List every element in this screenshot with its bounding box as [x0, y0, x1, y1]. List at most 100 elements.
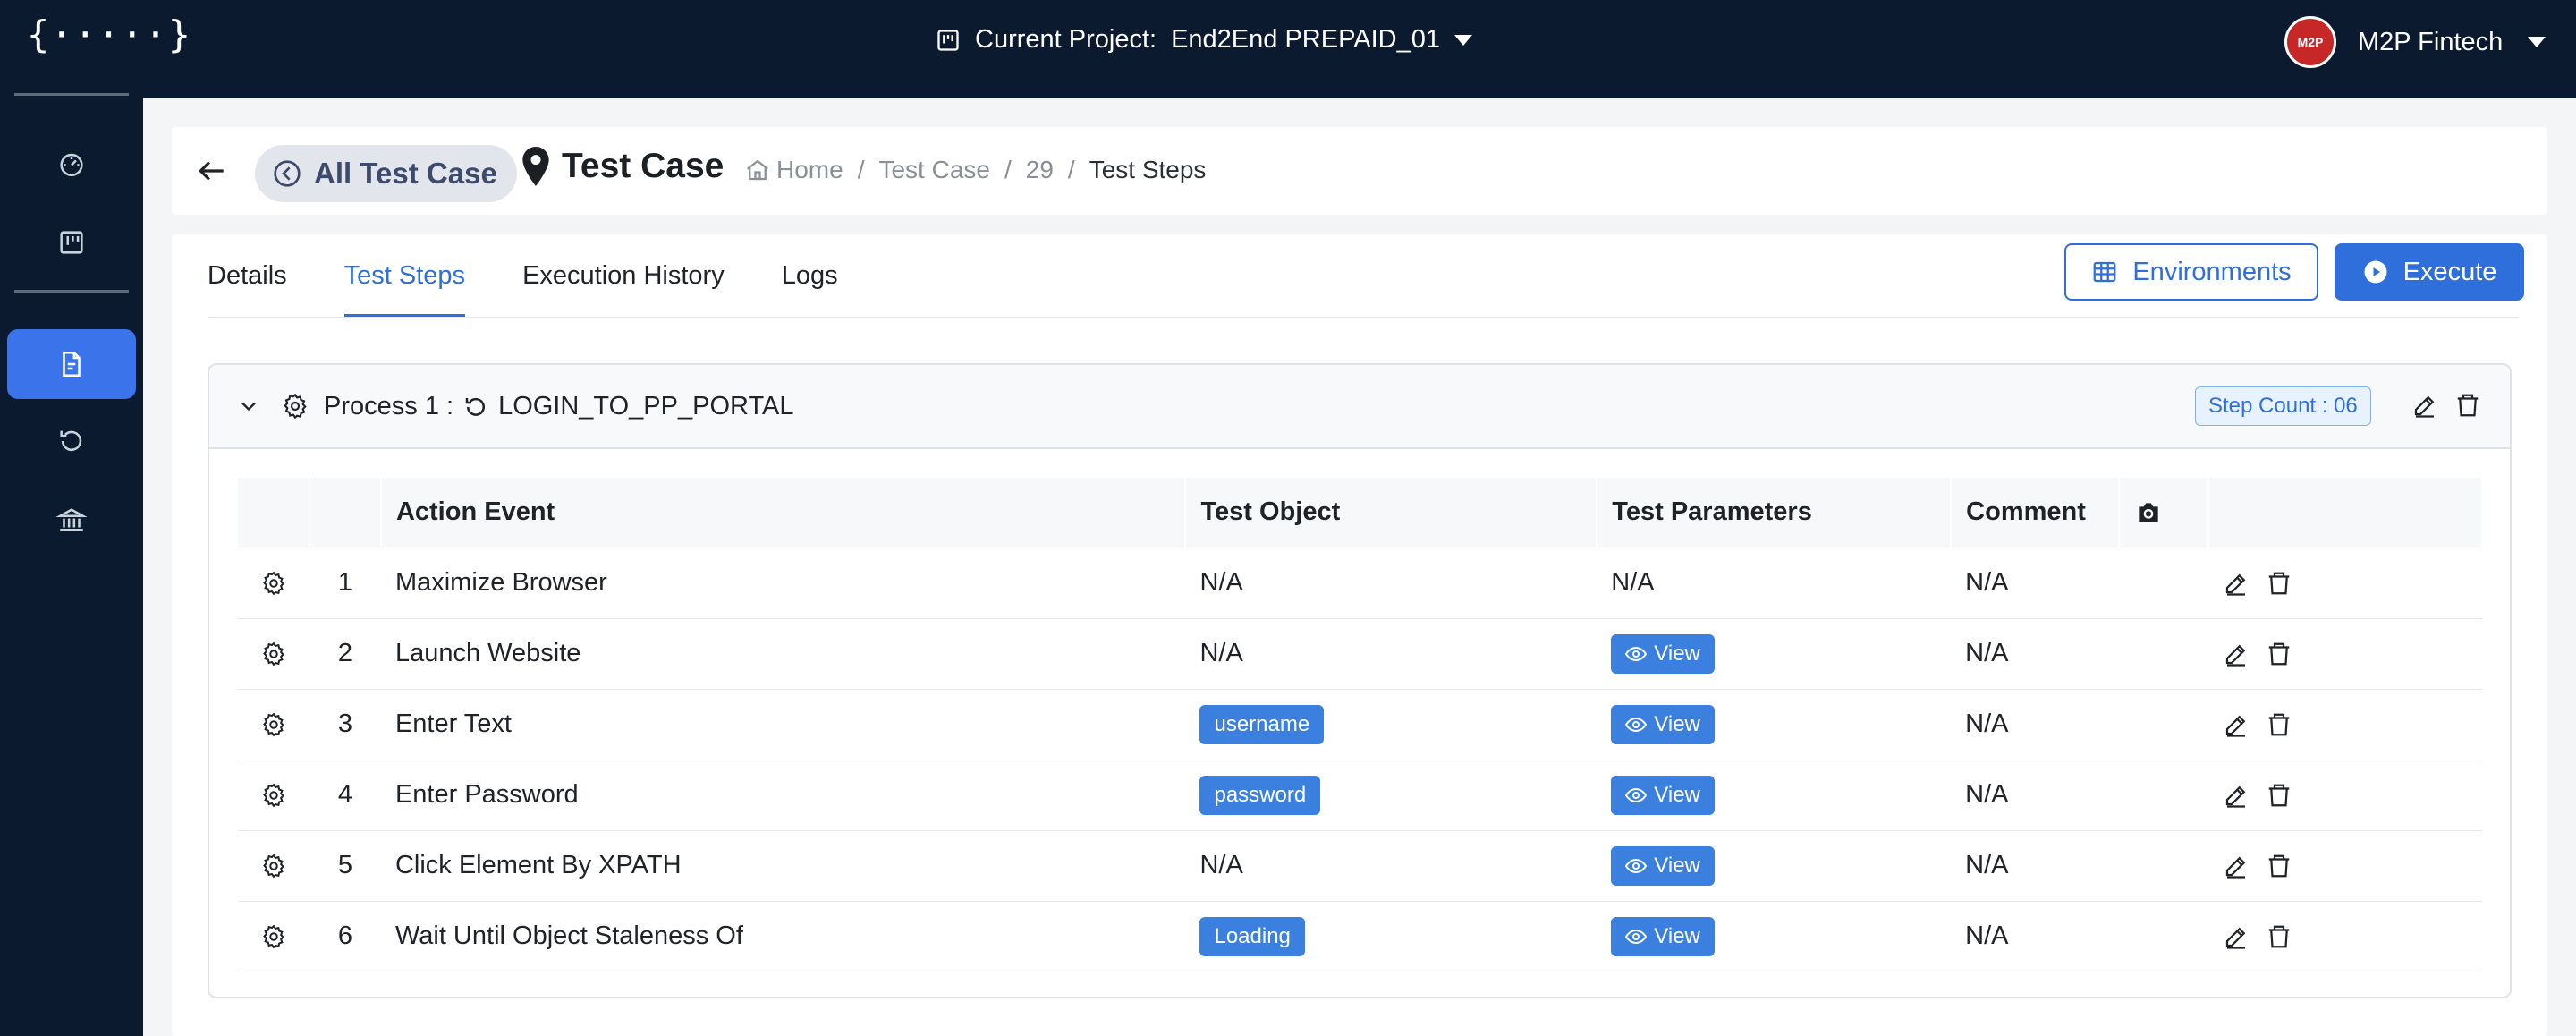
- gear-icon[interactable]: [260, 782, 287, 809]
- page-title-text: Test Case: [562, 147, 724, 185]
- environments-label: Environments: [2132, 257, 2292, 286]
- all-test-case-label: All Test Case: [314, 157, 497, 190]
- app-logo[interactable]: {·····}: [27, 13, 191, 56]
- row-settings-cell: [238, 901, 309, 972]
- header-test-parameters: Test Parameters: [1597, 478, 1953, 548]
- action-event: Click Element By XPATH: [380, 830, 1186, 902]
- table-header-row: Action Event Test Object Test Parameters…: [238, 478, 2483, 548]
- gear-icon[interactable]: [260, 923, 287, 950]
- chevron-down-icon[interactable]: [236, 394, 261, 419]
- step-number: 4: [309, 760, 381, 831]
- table-row: 2 Launch Website N/A View N/A: [238, 618, 2482, 690]
- tab-bar: Details Test Steps Execution History Log…: [208, 234, 895, 317]
- comment: N/A: [1951, 901, 2120, 972]
- sidebar-item-dashboard[interactable]: [7, 129, 136, 199]
- test-parameters-cell: View: [1597, 830, 1952, 902]
- edit-icon[interactable]: [2223, 923, 2250, 950]
- sidebar-item-test-cases[interactable]: [7, 329, 136, 399]
- trash-icon[interactable]: [2266, 853, 2292, 879]
- step-number: 1: [309, 548, 381, 619]
- view-parameters-button[interactable]: View: [1611, 775, 1715, 815]
- comment: N/A: [1951, 830, 2120, 902]
- test-object-cell: password: [1185, 760, 1597, 831]
- view-parameters-button[interactable]: View: [1611, 845, 1715, 886]
- gear-icon[interactable]: [281, 392, 309, 420]
- step-number: 2: [309, 618, 381, 690]
- edit-icon[interactable]: [2223, 853, 2250, 879]
- comment: N/A: [1951, 618, 2120, 690]
- caret-down-icon: [2528, 37, 2546, 47]
- file-icon: [63, 351, 80, 378]
- sidebar-item-bank[interactable]: [7, 485, 136, 555]
- sidebar-item-board[interactable]: [7, 208, 136, 277]
- row-actions: [2208, 760, 2482, 831]
- tab-execution-history[interactable]: Execution History: [522, 234, 724, 317]
- row-actions: [2208, 548, 2482, 619]
- user-name: M2P Fintech: [2358, 27, 2504, 56]
- table-icon: [2093, 261, 2116, 283]
- trash-icon[interactable]: [2266, 641, 2292, 667]
- view-parameters-button[interactable]: View: [1611, 704, 1715, 744]
- sidebar-item-history[interactable]: [7, 406, 136, 476]
- header-action-event: Action Event: [380, 478, 1187, 548]
- view-label: View: [1654, 782, 1700, 807]
- trash-icon[interactable]: [2454, 392, 2481, 419]
- table-body: 1 Maximize Browser N/A N/A N/A 2 Launch Websit…: [238, 548, 2482, 972]
- view-parameters-button[interactable]: View: [1611, 633, 1715, 674]
- breadcrumb-id[interactable]: 29: [1026, 156, 1054, 184]
- breadcrumb-home[interactable]: Home: [776, 156, 843, 184]
- project-selector[interactable]: Current Project: End2End PREPAID_01: [936, 25, 1473, 55]
- top-bar: {·····} Current Project: End2End PREPAID…: [0, 0, 2576, 98]
- tab-logs[interactable]: Logs: [782, 234, 838, 317]
- environments-button[interactable]: Environments: [2064, 243, 2318, 301]
- user-menu[interactable]: M2P M2P Fintech: [2284, 16, 2546, 68]
- back-arrow-icon[interactable]: [195, 154, 229, 188]
- row-actions: [2208, 618, 2482, 690]
- test-object-cell: N/A: [1185, 548, 1597, 619]
- gear-icon[interactable]: [260, 711, 287, 738]
- project-label: Current Project:: [975, 25, 1157, 54]
- process-header[interactable]: Process 1 : LOGIN_TO_PP_PORTAL Step Coun…: [209, 365, 2510, 449]
- breadcrumb-separator: /: [1067, 156, 1075, 183]
- kanban-icon: [937, 29, 959, 51]
- trash-icon[interactable]: [2266, 711, 2292, 738]
- edit-icon[interactable]: [2223, 782, 2250, 809]
- test-object-tag[interactable]: password: [1199, 775, 1321, 815]
- trash-icon[interactable]: [2266, 923, 2292, 950]
- test-object-text: N/A: [1199, 851, 1243, 879]
- screenshot-cell: [2119, 548, 2209, 619]
- dashboard-icon: [60, 153, 83, 177]
- page-title: Test Case: [522, 147, 724, 186]
- process-panel: Process 1 : LOGIN_TO_PP_PORTAL Step Coun…: [208, 363, 2512, 998]
- process-name: LOGIN_TO_PP_PORTAL: [498, 392, 794, 420]
- edit-icon[interactable]: [2223, 711, 2250, 738]
- step-number: 5: [309, 830, 381, 902]
- trash-icon[interactable]: [2266, 570, 2292, 597]
- gear-icon[interactable]: [260, 641, 287, 667]
- history-icon: [60, 430, 82, 452]
- test-parameters-cell: View: [1597, 760, 1952, 831]
- execute-button[interactable]: Execute: [2334, 243, 2524, 301]
- test-parameters-cell: N/A: [1597, 548, 1952, 619]
- gear-icon[interactable]: [260, 853, 287, 879]
- home-icon: [747, 159, 768, 181]
- eye-icon: [1625, 717, 1648, 732]
- all-test-case-button[interactable]: All Test Case: [255, 145, 517, 202]
- edit-icon[interactable]: [2411, 392, 2438, 419]
- breadcrumb-test-case[interactable]: Test Case: [878, 156, 990, 184]
- edit-icon[interactable]: [2223, 570, 2250, 597]
- screenshot-cell: [2119, 901, 2209, 972]
- test-object-tag[interactable]: username: [1199, 704, 1325, 744]
- tab-test-steps[interactable]: Test Steps: [343, 234, 466, 317]
- gear-icon[interactable]: [260, 570, 287, 597]
- test-object-tag[interactable]: Loading: [1199, 916, 1305, 956]
- comment: N/A: [1951, 760, 2120, 831]
- breadcrumb: Home / Test Case / 29 / Test Steps: [744, 156, 1206, 184]
- view-parameters-button[interactable]: View: [1611, 916, 1715, 956]
- tab-details[interactable]: Details: [208, 234, 287, 317]
- header-comment: Comment: [1951, 478, 2121, 548]
- trash-icon[interactable]: [2266, 782, 2292, 809]
- edit-icon[interactable]: [2223, 641, 2250, 667]
- test-object-text: N/A: [1199, 568, 1243, 597]
- action-event: Enter Text: [380, 689, 1186, 760]
